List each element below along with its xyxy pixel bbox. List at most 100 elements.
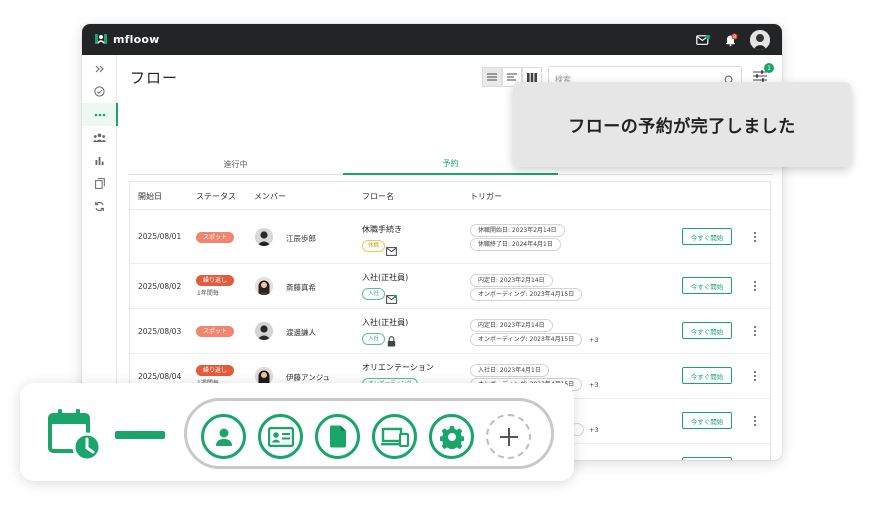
more-triggers-count[interactable]: +3 xyxy=(589,426,599,434)
sidebar-item-flow[interactable] xyxy=(82,103,118,126)
more-triggers-count[interactable]: +3 xyxy=(589,381,599,389)
table-row[interactable]: 2025/08/02 繰り返し 1年間毎 斎藤真希 入社(正社員) 入社 内定日… xyxy=(130,264,770,309)
flow-name: 休職手続き xyxy=(362,225,402,234)
row-date: 2025/08/03 xyxy=(138,327,182,336)
sidebar-item-sync[interactable] xyxy=(82,195,117,218)
step-devices[interactable] xyxy=(372,414,417,459)
start-now-button[interactable]: 今すぐ開始 xyxy=(682,228,732,245)
row-date: 2025/08/01 xyxy=(138,232,182,241)
flow-steps-track xyxy=(184,398,554,469)
page-title: フロー xyxy=(130,69,179,87)
mail-icon xyxy=(386,241,397,256)
start-now-button[interactable]: 今すぐ開始 xyxy=(682,367,732,384)
success-toast: フローの予約が完了しました xyxy=(513,82,851,167)
bell-icon[interactable]: 8 xyxy=(722,31,740,49)
status-badge: スポット xyxy=(196,326,235,337)
copy-icon xyxy=(94,178,105,189)
list-view-button[interactable] xyxy=(482,67,502,87)
more-triggers-count[interactable]: +3 xyxy=(589,336,599,344)
table-row[interactable]: 2025/08/03 スポット 渡邊謙人 入社(正社員) 入社 内定日: 202… xyxy=(130,309,770,354)
step-id-card[interactable] xyxy=(258,414,303,459)
check-circle-icon xyxy=(94,86,105,97)
col-start-date: 開始日 xyxy=(138,192,162,201)
trigger-badge: オンボーディング: 2023年4月15日 xyxy=(470,333,583,346)
member-avatar xyxy=(255,322,273,340)
columns-icon xyxy=(527,72,537,82)
gear-icon xyxy=(439,425,464,449)
col-flow-name: フロー名 xyxy=(362,192,394,201)
sidebar-item-members[interactable] xyxy=(82,126,117,149)
col-member: メンバー xyxy=(254,192,286,201)
start-now-button[interactable]: 今すぐ開始 xyxy=(682,457,732,460)
table-header: 開始日 ステータス メンバー フロー名 トリガー xyxy=(130,182,770,210)
member-name: 斎藤真希 xyxy=(286,283,316,292)
start-now-button[interactable]: 今すぐ開始 xyxy=(682,322,732,339)
status-badge: スポット xyxy=(196,232,235,243)
more-vertical-icon[interactable] xyxy=(752,280,758,292)
bar-chart-icon xyxy=(95,157,104,165)
col-trigger: トリガー xyxy=(470,192,502,201)
trigger-badge: 入社日: 2023年4月1日 xyxy=(470,364,549,377)
dots-icon xyxy=(94,113,105,116)
trigger-badge: 内定日: 2023年2月14日 xyxy=(470,274,553,287)
row-date: 2025/08/04 xyxy=(138,372,182,381)
row-date: 2025/08/02 xyxy=(138,282,182,291)
trigger-badge: オンボーディング: 2023年4月15日 xyxy=(470,288,583,301)
sidebar-item-templates[interactable] xyxy=(82,172,117,195)
brand-logo[interactable]: mfloow xyxy=(93,31,160,47)
member-name: 江辰歩郎 xyxy=(286,234,316,243)
trigger-badge: 休職終了日: 2024年4月1日 xyxy=(470,238,561,251)
devices-icon xyxy=(380,427,409,447)
tab-in-progress[interactable]: 進行中 xyxy=(128,153,343,175)
person-icon xyxy=(215,428,232,446)
sync-icon xyxy=(95,201,104,212)
status-interval: 1年間毎 xyxy=(197,290,219,297)
member-avatar xyxy=(255,277,273,295)
flow-name: 入社(正社員) xyxy=(362,273,409,282)
calendar-clock-icon xyxy=(48,409,102,462)
lock-icon xyxy=(387,332,398,347)
flow-name: 入社(正社員) xyxy=(362,318,409,327)
more-vertical-icon[interactable] xyxy=(752,231,758,243)
status-badge: 繰り返し xyxy=(196,275,235,286)
flow-tag: 入社 xyxy=(362,333,386,345)
id-card-icon xyxy=(267,426,294,447)
user-avatar[interactable] xyxy=(750,30,770,50)
add-step-button[interactable] xyxy=(486,414,531,459)
top-icons: 8 xyxy=(694,30,770,50)
flow-tag: 入社 xyxy=(362,288,386,300)
mail-check-icon xyxy=(386,289,398,304)
flow-name: オリエンテーション xyxy=(362,363,434,372)
list-icon xyxy=(487,73,497,81)
logo-icon xyxy=(93,31,109,47)
start-now-button[interactable]: 今すぐ開始 xyxy=(682,277,732,294)
more-vertical-icon[interactable] xyxy=(752,370,758,382)
more-vertical-icon[interactable] xyxy=(752,325,758,337)
align-left-icon xyxy=(507,73,517,81)
top-bar: mfloow 8 xyxy=(82,24,782,55)
member-avatar xyxy=(255,228,273,246)
double-chevron-right-icon xyxy=(95,65,104,72)
step-document[interactable] xyxy=(315,414,360,459)
filter-badge: 1 xyxy=(764,63,774,73)
step-person[interactable] xyxy=(201,414,246,459)
sidebar-item-analytics[interactable] xyxy=(82,149,117,172)
step-settings[interactable] xyxy=(429,414,474,459)
member-name: 伊藤アンジュ xyxy=(286,373,331,382)
table-row[interactable]: 2025/08/01 スポット 江辰歩郎 休職手続き 休職 休職開始日: 202… xyxy=(130,210,770,264)
member-name: 渡邊謙人 xyxy=(286,328,316,337)
plus-icon xyxy=(499,427,518,446)
trigger-badge: 休職開始日: 2023年2月14日 xyxy=(470,224,565,237)
flow-tag: 休職 xyxy=(362,240,386,252)
sidebar-item-tasks[interactable] xyxy=(82,80,117,103)
more-vertical-icon[interactable] xyxy=(752,415,758,427)
connector-line xyxy=(115,431,165,439)
start-now-button[interactable]: 今すぐ開始 xyxy=(682,412,732,429)
flow-steps-card xyxy=(20,383,574,481)
status-badge: 繰り返し xyxy=(196,365,235,376)
trigger-badge: 内定日: 2023年2月14日 xyxy=(470,319,553,332)
document-icon xyxy=(329,425,346,448)
brand-name: mfloow xyxy=(113,32,160,46)
mail-icon[interactable] xyxy=(694,31,712,49)
sidebar-expand[interactable] xyxy=(82,57,117,80)
